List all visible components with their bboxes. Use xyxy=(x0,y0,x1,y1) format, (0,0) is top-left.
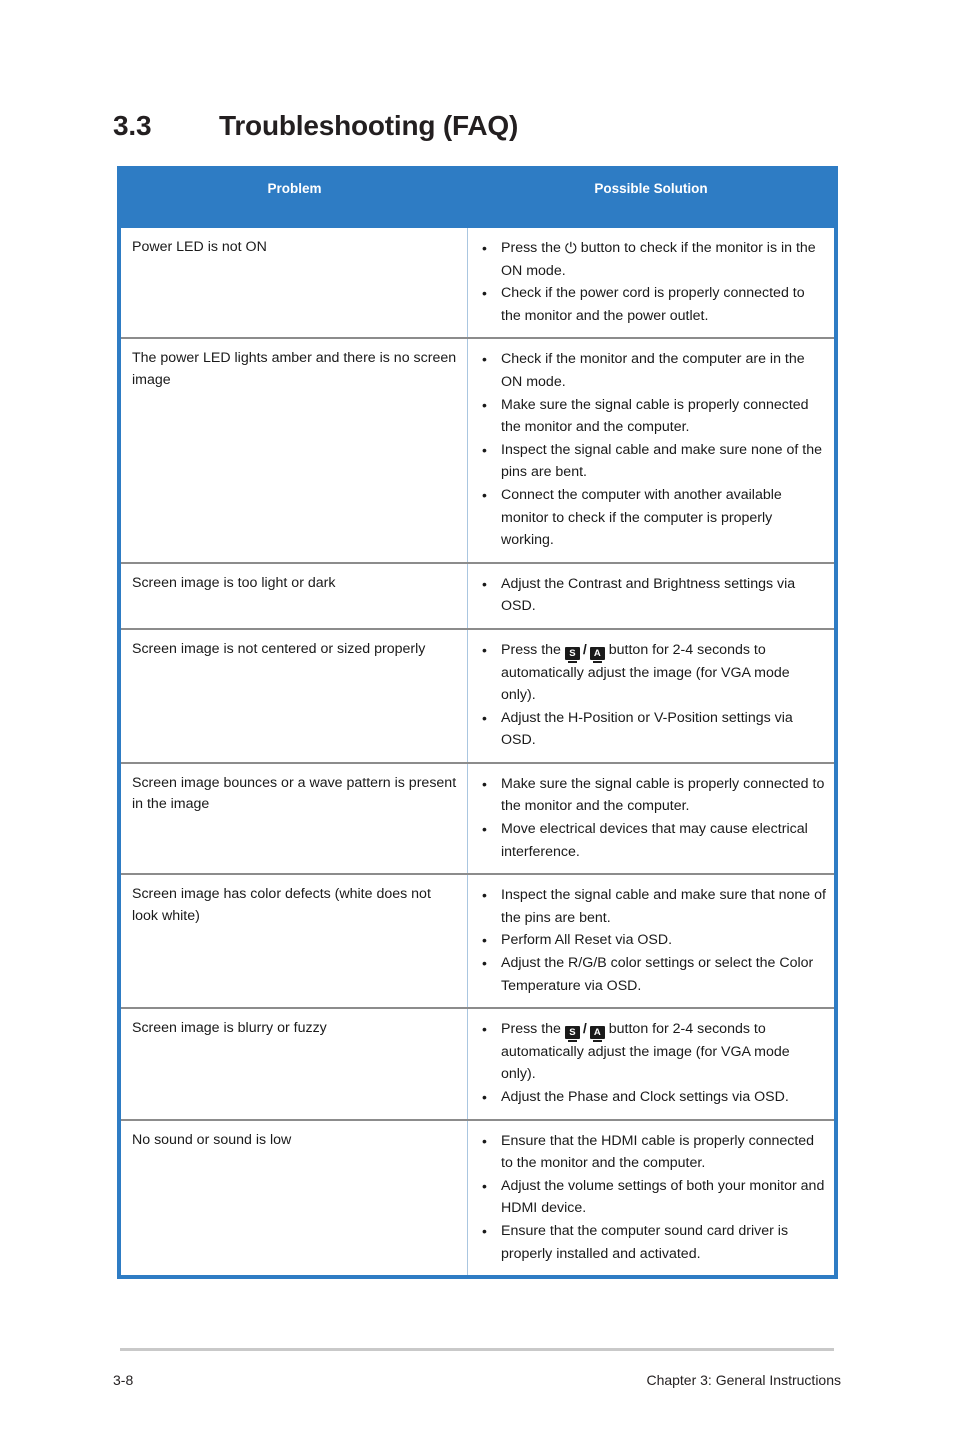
bullet-icon: • xyxy=(482,1177,487,1194)
monitor-icon-glyph: A xyxy=(593,1027,601,1039)
solution-item: • Ensure that the HDMI cable is properly … xyxy=(468,1130,826,1175)
icon-separator: / xyxy=(582,641,587,658)
solution-item: • Move electrical devices that may cause … xyxy=(468,818,826,863)
bullet-icon: • xyxy=(482,932,487,949)
table-row: Screen image is blurry or fuzzy • Press th… xyxy=(121,1007,834,1119)
cell-solution: • Inspect the signal cable and make sure … xyxy=(468,875,834,1007)
monitor-icon-glyph: A xyxy=(593,647,601,659)
footer-chapter-label: Chapter 3: General Instructions xyxy=(646,1372,841,1388)
cell-solution: • Adjust the Contrast and Brightness sett… xyxy=(468,564,834,628)
bullet-icon: • xyxy=(482,285,487,302)
monitor-s-icon: S xyxy=(564,646,580,663)
bullet-icon: • xyxy=(482,441,487,458)
power-icon: ⏻ xyxy=(564,240,577,257)
faq-table: Problem Possible Solution Power LED is n… xyxy=(117,166,838,1280)
bullet-icon: • xyxy=(482,955,487,972)
cell-problem: No sound or sound is low xyxy=(121,1120,468,1276)
solution-item: • Make sure the signal cable is properly … xyxy=(468,394,826,439)
solution-list: • Press the S / A button for 2-4 seconds to… xyxy=(468,1018,826,1108)
bullet-icon: • xyxy=(482,887,487,904)
bullet-icon: • xyxy=(482,396,487,413)
cell-problem: Screen image bounces or a wave pattern i… xyxy=(121,763,468,874)
cell-problem: Power LED is not ON xyxy=(121,228,468,338)
cell-solution: • Press the ⏻ button to check if the moni… xyxy=(468,228,834,337)
cell-solution: • Make sure the signal cable is properly … xyxy=(468,764,834,873)
solution-list: • Press the S / A button for 2-4 seconds to… xyxy=(468,639,826,752)
column-header-solution: Possible Solution xyxy=(594,181,708,196)
solution-item: • Check if the power cord is properly con… xyxy=(468,282,826,327)
table-row: The power LED lights amber and there is … xyxy=(121,337,834,562)
bullet-icon: • xyxy=(482,575,487,592)
solution-list: • Adjust the Contrast and Brightness sett… xyxy=(468,573,826,618)
solution-item: • Check if the monitor and the computer a… xyxy=(468,348,826,393)
bullet-icon: • xyxy=(482,486,487,503)
solution-item: • Press the S / A button for 2-4 seconds to… xyxy=(468,639,826,707)
solution-list: • Make sure the signal cable is properly … xyxy=(468,773,826,863)
bullet-icon: • xyxy=(482,709,487,726)
solution-item: • Make sure the signal cable is properly … xyxy=(468,773,826,818)
cell-problem: Screen image is too light or dark xyxy=(121,563,468,628)
solution-list: • Inspect the signal cable and make sure … xyxy=(468,884,826,997)
solution-item: • Inspect the signal cable and make sure … xyxy=(468,884,826,929)
page-footer: 3-8 Chapter 3: General Instructions xyxy=(113,1372,841,1388)
bullet-icon: • xyxy=(482,821,487,838)
solution-item: • Inspect the signal cable and make sure … xyxy=(468,439,826,484)
cell-problem: The power LED lights amber and there is … xyxy=(121,339,468,562)
cell-problem: Screen image is not centered or sized pr… xyxy=(121,629,468,762)
cell-solution: • Check if the monitor and the computer a… xyxy=(468,339,834,561)
cell-solution: • Press the S / A button for 2-4 seconds to… xyxy=(468,1009,834,1118)
solution-item: • Ensure that the computer sound card dri… xyxy=(468,1220,826,1265)
cell-problem: Screen image is blurry or fuzzy xyxy=(121,1009,468,1119)
bullet-icon: • xyxy=(482,1222,487,1239)
solution-list: • Press the ⏻ button to check if the moni… xyxy=(468,237,826,327)
table-row: Power LED is not ON • Press the ⏻ button t… xyxy=(121,228,834,338)
monitor-icon-glyph: S xyxy=(569,647,576,659)
document-page: 3.3 Troubleshooting (FAQ) Problem Possib… xyxy=(0,0,954,1438)
solution-item: • Adjust the Phase and Clock settings via… xyxy=(468,1086,826,1109)
column-header-problem: Problem xyxy=(267,181,322,196)
page-title: 3.3 Troubleshooting (FAQ) xyxy=(113,110,853,142)
section-number: 3.3 xyxy=(113,110,152,141)
table-row: Screen image is too light or dark • Adjust… xyxy=(121,561,834,628)
footer-page-number: 3-8 xyxy=(113,1372,134,1388)
solution-item: • Press the S / A button for 2-4 seconds to… xyxy=(468,1018,826,1086)
solution-list: • Ensure that the HDMI cable is properly … xyxy=(468,1130,826,1266)
solution-item: • Adjust the volume settings of both your… xyxy=(468,1175,826,1220)
table-row: Screen image has color defects (white do… xyxy=(121,873,834,1008)
cell-solution: • Ensure that the HDMI cable is properly … xyxy=(468,1121,834,1276)
bullet-icon: • xyxy=(482,1132,487,1149)
bullet-icon: • xyxy=(482,775,487,792)
solution-item: • Adjust the R/G/B color settings or sele… xyxy=(468,952,826,997)
table-row: Screen image is not centered or sized pr… xyxy=(121,627,834,762)
monitor-a-icon: A xyxy=(589,646,605,663)
solution-item: • Perform All Reset via OSD. xyxy=(468,929,826,952)
monitor-icon-glyph: S xyxy=(569,1027,576,1039)
bullet-icon: • xyxy=(482,641,487,658)
solution-item: • Adjust the H-Position or V-Position set… xyxy=(468,707,826,752)
monitor-a-icon: A xyxy=(589,1026,605,1043)
cell-solution: • Press the S / A button for 2-4 seconds to… xyxy=(468,630,834,762)
bullet-icon: • xyxy=(482,1089,487,1105)
solution-list: • Check if the monitor and the computer a… xyxy=(468,348,826,551)
solution-item: • Press the ⏻ button to check if the moni… xyxy=(468,237,826,282)
bullet-icon: • xyxy=(482,1021,487,1038)
bullet-icon: • xyxy=(482,240,487,256)
table-body: Power LED is not ON • Press the ⏻ button t… xyxy=(121,228,834,1276)
cell-problem: Screen image has color defects (white do… xyxy=(121,875,468,1008)
icon-separator: / xyxy=(582,1021,587,1038)
solution-item: • Adjust the Contrast and Brightness sett… xyxy=(468,573,826,618)
section-title: Troubleshooting (FAQ) xyxy=(219,110,519,141)
table-row: Screen image bounces or a wave pattern i… xyxy=(121,761,834,874)
monitor-s-icon: S xyxy=(564,1026,580,1043)
footer-divider xyxy=(120,1348,834,1351)
table-header-row: Problem Possible Solution xyxy=(121,166,834,228)
bullet-icon: • xyxy=(482,351,487,368)
table-row: No sound or sound is low • Ensure that the… xyxy=(121,1118,834,1276)
solution-item: • Connect the computer with another avail… xyxy=(468,484,826,552)
